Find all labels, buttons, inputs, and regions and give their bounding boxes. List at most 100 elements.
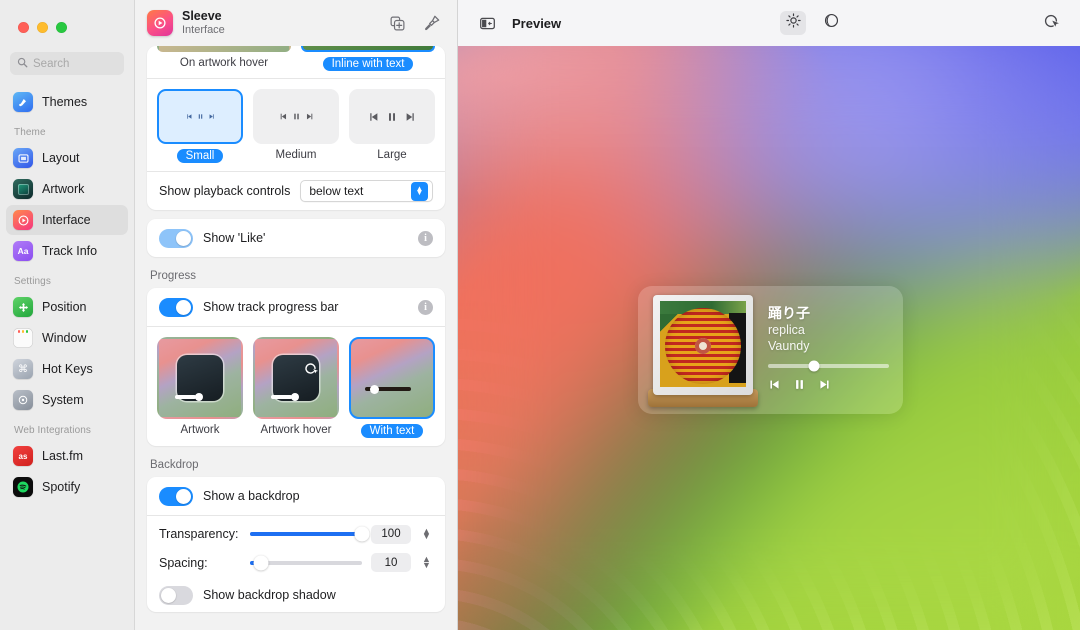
transparency-stepper[interactable]: ▲▼ (420, 524, 433, 544)
spacing-value[interactable]: 10 (371, 553, 411, 572)
progress-style-artwork-hover[interactable]: Artwork hover (253, 337, 339, 438)
search-field[interactable] (10, 52, 124, 75)
transport-glyphs-medium (279, 112, 314, 121)
mini-progress-bar-with-text (365, 387, 411, 391)
app-window: Themes Theme Layout Artwork In (0, 0, 1080, 630)
show-like-label: Show 'Like' (203, 231, 265, 245)
preview-title: Preview (512, 16, 561, 31)
thumb-progress-artwork[interactable] (157, 337, 243, 419)
sidebar-item-window[interactable]: Window (6, 323, 128, 353)
preview-wallpaper: 踊り子 replica Vaundy (458, 46, 1080, 630)
sidebar-item-track-info[interactable]: Aa Track Info (6, 236, 128, 266)
show-progress-row: Show track progress bar i (147, 288, 445, 326)
controls-card: On artwork hover Inline with text (147, 46, 445, 210)
thumb-size-small[interactable] (157, 89, 243, 144)
app-title-block: Sleeve Interface (182, 9, 225, 36)
search-input[interactable] (33, 58, 117, 70)
minimize-button[interactable] (37, 22, 48, 33)
app-name: Sleeve (182, 9, 225, 23)
transparency-slider[interactable] (250, 532, 362, 536)
thumb-label: Artwork hover (261, 424, 332, 436)
transparency-value[interactable]: 100 (371, 525, 411, 544)
size-option-small[interactable]: Small (157, 89, 243, 163)
previous-track-button[interactable] (768, 378, 781, 396)
thumb-on-artwork-hover[interactable] (157, 46, 291, 52)
track-info-icon: Aa (13, 241, 33, 261)
size-option-medium[interactable]: Medium (253, 89, 339, 163)
size-option-large[interactable]: Large (349, 89, 435, 163)
close-button[interactable] (18, 22, 29, 33)
sidebar-item-label: Themes (42, 95, 87, 109)
show-like-info-icon[interactable]: i (418, 231, 433, 246)
thumb-progress-with-text[interactable] (349, 337, 435, 419)
track-progress-slider[interactable] (768, 364, 889, 368)
spacing-stepper[interactable]: ▲▼ (420, 553, 433, 573)
dark-mode-button[interactable] (818, 11, 844, 35)
sidebar-item-spotify[interactable]: Spotify (6, 472, 128, 502)
option-inline-with-text[interactable]: Inline with text (301, 46, 435, 71)
edit-theme-button[interactable] (419, 10, 445, 36)
app-section-name: Interface (182, 24, 225, 37)
select-value: below text (309, 184, 411, 198)
chevron-updown-icon: ▲▼ (411, 182, 428, 201)
moon-icon (823, 12, 840, 34)
sidebar-item-system[interactable]: System (6, 385, 128, 415)
position-icon (13, 297, 33, 317)
thumb-inline-with-text[interactable] (301, 46, 435, 52)
show-like-row: Show 'Like' i (147, 219, 445, 257)
cursor-circle-icon (1042, 12, 1060, 35)
playback-controls-label: Show playback controls (159, 184, 290, 198)
sidebar-item-position[interactable]: Position (6, 292, 128, 322)
now-playing-widget[interactable]: 踊り子 replica Vaundy (638, 286, 903, 414)
play-pause-button[interactable] (793, 378, 806, 396)
controls-size-row: Small Medium (147, 79, 445, 171)
next-track-button[interactable] (818, 378, 831, 396)
show-track-progress-info-icon[interactable]: i (418, 300, 433, 315)
sidebar-item-label: Last.fm (42, 449, 83, 463)
track-progress-knob[interactable] (808, 360, 819, 371)
progress-group-title: Progress (147, 257, 445, 288)
transparency-label: Transparency: (159, 527, 241, 541)
thumb-label: Artwork (181, 424, 220, 436)
thumb-progress-artwork-hover[interactable] (253, 337, 339, 419)
sleeve-app-icon (147, 10, 173, 36)
sun-icon (785, 12, 802, 34)
sidebar-item-label: Window (42, 331, 86, 345)
zoom-button[interactable] (56, 22, 67, 33)
sidebar-item-artwork[interactable]: Artwork (6, 174, 128, 204)
progress-card: Show track progress bar i Artwork (147, 288, 445, 446)
option-on-artwork-hover[interactable]: On artwork hover (157, 46, 291, 71)
artwork-icon (13, 179, 33, 199)
sidebar-item-interface[interactable]: Interface (6, 205, 128, 235)
spotify-icon (13, 477, 33, 497)
thumb-size-medium[interactable] (253, 89, 339, 144)
thumb-label: Inline with text (323, 57, 414, 71)
light-mode-button[interactable] (780, 11, 806, 35)
duplicate-theme-button[interactable] (384, 10, 410, 36)
show-backdrop-toggle[interactable] (159, 487, 193, 506)
sidebar-item-hot-keys[interactable]: ⌘ Hot Keys (6, 354, 128, 384)
show-like-toggle[interactable] (159, 229, 193, 248)
cursor-refresh-button[interactable] (1038, 11, 1064, 35)
sidebar-item-themes[interactable]: Themes (6, 87, 128, 117)
cd-disc (665, 308, 741, 384)
sidebar: Themes Theme Layout Artwork In (0, 0, 135, 630)
show-track-progress-toggle[interactable] (159, 298, 193, 317)
show-backdrop-shadow-label: Show backdrop shadow (203, 588, 336, 602)
transport-controls (768, 378, 889, 396)
settings-pane: Sleeve Interface On artwork hover (135, 0, 458, 630)
show-backdrop-row: Show a backdrop (147, 477, 445, 515)
show-track-progress-label: Show track progress bar (203, 300, 338, 314)
sidebar-item-lastfm[interactable]: as Last.fm (6, 441, 128, 471)
sidebar-group-settings-label: Settings (0, 267, 134, 291)
sidebar-item-layout[interactable]: Layout (6, 143, 128, 173)
sidebar-item-label: Hot Keys (42, 362, 93, 376)
settings-scroll-area[interactable]: On artwork hover Inline with text (135, 46, 457, 630)
progress-style-with-text[interactable]: With text (349, 337, 435, 438)
spacing-slider[interactable] (250, 561, 362, 565)
panel-collapse-icon[interactable] (474, 11, 500, 35)
progress-style-artwork[interactable]: Artwork (157, 337, 243, 438)
show-backdrop-shadow-toggle[interactable] (159, 586, 193, 605)
playback-controls-select[interactable]: below text ▲▼ (300, 180, 433, 202)
thumb-size-large[interactable] (349, 89, 435, 144)
